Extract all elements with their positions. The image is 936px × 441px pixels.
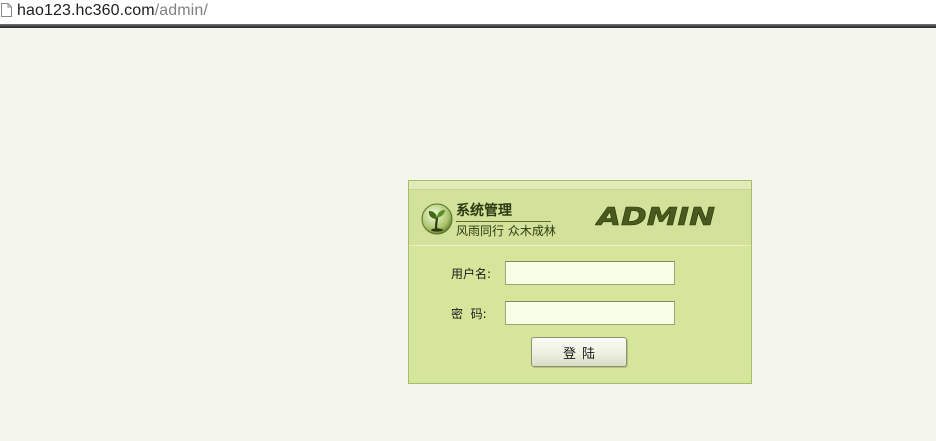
panel-top-strip bbox=[409, 181, 751, 190]
title-underline bbox=[456, 221, 551, 222]
address-bar[interactable]: hao123.hc360.com/admin/ bbox=[0, 0, 936, 24]
password-input[interactable] bbox=[505, 301, 675, 325]
username-row: 用户名: bbox=[409, 261, 751, 287]
system-title: 系统管理 bbox=[456, 203, 512, 219]
username-input[interactable] bbox=[505, 261, 675, 285]
slogan-text: 风雨同行 众木成林 bbox=[456, 224, 556, 238]
url-path: /admin/ bbox=[154, 2, 208, 19]
password-row: 密 码: bbox=[409, 301, 751, 327]
page-icon bbox=[1, 3, 12, 17]
admin-logo: ADMIN bbox=[595, 203, 715, 229]
username-label: 用户名: bbox=[451, 267, 492, 281]
panel-header: 系统管理 风雨同行 众木成林 ADMIN bbox=[409, 190, 751, 246]
admin-logo-text: ADMIN bbox=[595, 203, 715, 229]
tree-seedling-icon bbox=[421, 203, 453, 235]
address-bar-border bbox=[0, 24, 936, 28]
login-panel: 系统管理 风雨同行 众木成林 ADMIN 用户名: 密 码: 登陆 bbox=[408, 180, 752, 384]
login-button[interactable]: 登陆 bbox=[531, 337, 627, 367]
address-url[interactable]: hao123.hc360.com/admin/ bbox=[17, 1, 208, 21]
url-host: hao123.hc360.com bbox=[17, 2, 155, 19]
password-label: 密 码: bbox=[451, 307, 487, 321]
